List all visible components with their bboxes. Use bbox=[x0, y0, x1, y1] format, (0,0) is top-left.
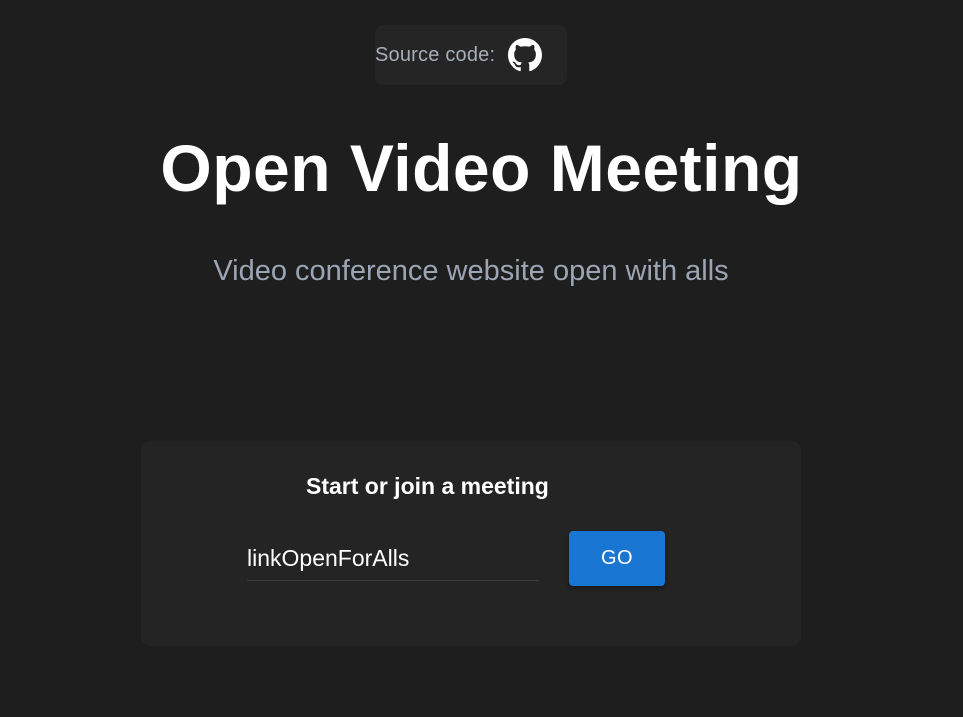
go-button[interactable]: GO bbox=[569, 531, 665, 586]
github-icon bbox=[508, 38, 543, 72]
meeting-card: Start or join a meeting GO bbox=[141, 441, 801, 646]
page-title: Open Video Meeting bbox=[160, 131, 803, 205]
meeting-link-input[interactable] bbox=[247, 537, 539, 581]
page-subtitle: Video conference website open with alls bbox=[213, 255, 729, 287]
source-code-label: Source code: bbox=[375, 43, 496, 66]
source-code-bar: Source code: bbox=[375, 25, 567, 85]
landing-page: Source code: Open Video Meeting Video co… bbox=[0, 0, 963, 717]
meeting-card-heading: Start or join a meeting bbox=[306, 473, 549, 499]
github-link[interactable] bbox=[507, 37, 543, 73]
